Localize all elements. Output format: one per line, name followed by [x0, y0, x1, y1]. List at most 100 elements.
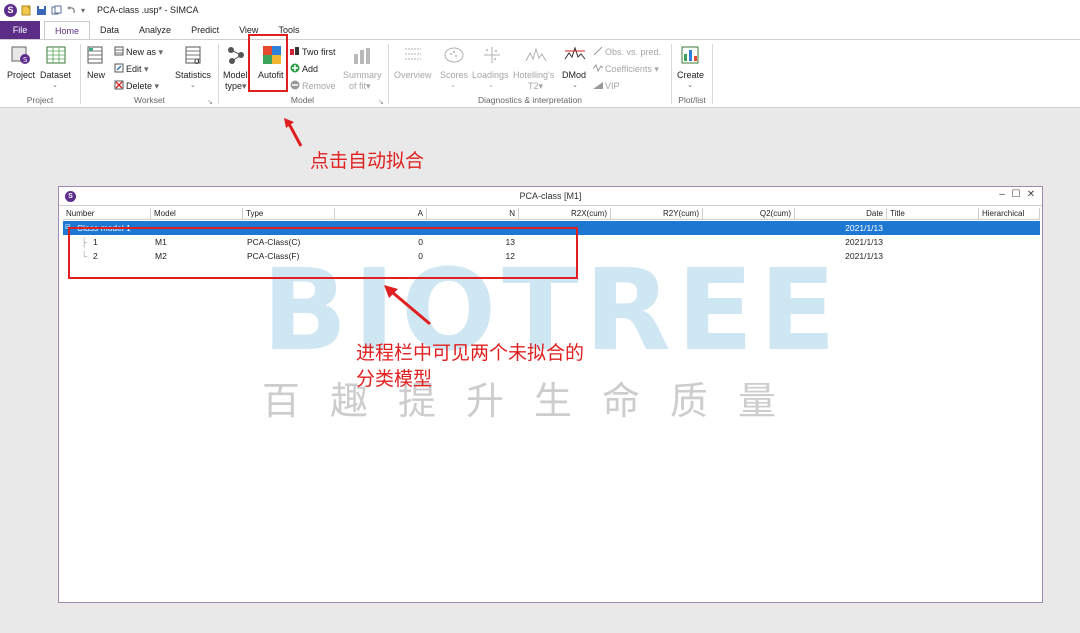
- diagnostics-group-label: Diagnostics & interpretation: [478, 95, 582, 105]
- minimize-icon[interactable]: –: [996, 189, 1008, 200]
- add-component-button[interactable]: Add: [290, 63, 318, 74]
- models-annotation-line2: 分类模型: [356, 368, 433, 390]
- two-first-button[interactable]: Two first: [290, 46, 336, 57]
- svg-text:σ: σ: [194, 57, 200, 65]
- tab-home[interactable]: Home: [44, 21, 91, 39]
- delete-workset-button[interactable]: Delete ▾: [114, 80, 159, 92]
- tab-data[interactable]: Data: [90, 21, 129, 39]
- new-workset-button[interactable]: New: [87, 70, 105, 80]
- obs-vs-pred-icon: [593, 46, 603, 56]
- models-highlight-box: [68, 227, 578, 279]
- tab-file[interactable]: File: [0, 21, 40, 39]
- project-icon: S: [11, 46, 30, 64]
- delete-icon: [114, 80, 124, 90]
- group-separator: [388, 44, 389, 104]
- column-header-type[interactable]: Type: [243, 208, 335, 220]
- workset-group-label: Workset: [133, 95, 166, 105]
- tab-predict[interactable]: Predict: [181, 21, 229, 39]
- statistics-dropdown-icon[interactable]: ⌄: [190, 81, 196, 89]
- document-title-bar: S PCA-class [M1] – ☐ ✕: [59, 187, 1042, 206]
- autofit-highlight-box: [248, 34, 288, 92]
- new-as-button[interactable]: New as ▾: [114, 46, 163, 58]
- create-plot-icon: [681, 46, 699, 64]
- model-group-label: Model: [290, 95, 315, 105]
- coefficients-button[interactable]: Coefficients ▾: [593, 63, 659, 75]
- model-table-header: Number Model Type A N R2X(cum) R2Y(cum) …: [63, 208, 1040, 220]
- models-annotation-line1: 进程栏中可见两个未拟合的: [356, 342, 585, 364]
- column-header-title[interactable]: Title: [887, 208, 979, 220]
- hotellings-t2-button-line2[interactable]: T2▾: [528, 81, 543, 92]
- copy-icon[interactable]: [51, 5, 62, 16]
- simca-logo-icon: S: [4, 3, 17, 17]
- dataset-icon: [46, 46, 66, 64]
- summary-of-fit-icon: [354, 48, 370, 64]
- scores-button[interactable]: Scores: [440, 70, 468, 80]
- new-file-icon[interactable]: [21, 5, 32, 16]
- column-header-a[interactable]: A: [335, 208, 427, 220]
- hotellings-t2-button[interactable]: Hotelling's: [513, 70, 554, 80]
- ribbon-tab-row: File Home Data Analyze Predict View Tool…: [0, 20, 1080, 39]
- column-header-r2y[interactable]: R2Y(cum): [611, 208, 703, 220]
- plotlist-group-label: Plot/list: [678, 95, 706, 105]
- edit-icon: [114, 63, 124, 73]
- column-header-number[interactable]: Number: [63, 208, 151, 220]
- close-icon[interactable]: ✕: [1025, 189, 1037, 200]
- tab-analyze[interactable]: Analyze: [129, 21, 181, 39]
- summary-of-fit-button-line2[interactable]: of fit▾: [349, 81, 371, 92]
- row-date: 2021/1/13: [845, 251, 883, 261]
- title-bar: S ▾ PCA-class .usp* - SIMCA: [0, 0, 1080, 20]
- group-separator: [712, 44, 713, 104]
- maximize-icon[interactable]: ☐: [1010, 189, 1022, 200]
- model-type-button-line2[interactable]: type▾: [225, 81, 247, 92]
- edit-workset-button[interactable]: Edit ▾: [114, 63, 149, 75]
- column-header-q2[interactable]: Q2(cum): [703, 208, 795, 220]
- dmod-button[interactable]: DMod: [562, 70, 586, 80]
- add-icon: [290, 63, 300, 73]
- project-group-label: Project: [26, 95, 54, 105]
- remove-component-button[interactable]: Remove: [290, 80, 336, 91]
- two-first-icon: [290, 47, 299, 55]
- model-type-button[interactable]: Model: [223, 70, 248, 80]
- dmod-icon: [564, 46, 586, 60]
- column-header-r2x[interactable]: R2X(cum): [519, 208, 611, 220]
- obs-vs-pred-button[interactable]: Obs. vs. pred.: [593, 46, 661, 57]
- statistics-button[interactable]: Statistics: [175, 70, 211, 80]
- model-launcher-icon[interactable]: ↘: [378, 98, 384, 106]
- autofit-arrow-icon: [284, 118, 303, 147]
- undo-icon[interactable]: [66, 5, 77, 16]
- column-header-hierarchical[interactable]: Hierarchical: [979, 208, 1040, 220]
- save-icon[interactable]: [36, 5, 47, 16]
- scores-dropdown-icon[interactable]: ⌄: [450, 81, 456, 89]
- create-plot-button[interactable]: Create: [677, 70, 704, 80]
- new-workset-icon: [87, 46, 103, 64]
- hotellings-t2-icon: [525, 47, 547, 62]
- overview-button[interactable]: Overview: [394, 70, 432, 80]
- loadings-dropdown-icon[interactable]: ⌄: [488, 81, 494, 89]
- ribbon: S Project Dataset ⌄ Project New New as ▾…: [0, 39, 1080, 108]
- coefficients-icon: [593, 63, 603, 73]
- workset-launcher-icon[interactable]: ↘: [207, 98, 213, 106]
- remove-icon: [290, 80, 300, 90]
- project-button[interactable]: Project: [7, 70, 35, 80]
- dmod-dropdown-icon[interactable]: ⌄: [572, 81, 578, 89]
- loadings-button[interactable]: Loadings: [472, 70, 509, 80]
- loadings-icon: [484, 47, 500, 63]
- column-header-model[interactable]: Model: [151, 208, 243, 220]
- window-title: PCA-class .usp* - SIMCA: [97, 5, 199, 15]
- group-separator: [80, 44, 81, 104]
- autofit-annotation: 点击自动拟合: [310, 150, 425, 172]
- row-date: 2021/1/13: [845, 237, 883, 247]
- column-header-date[interactable]: Date: [795, 208, 887, 220]
- model-type-icon: [228, 47, 244, 64]
- group-row-date: 2021/1/13: [845, 223, 883, 233]
- quick-access-dropdown-icon[interactable]: ▾: [81, 6, 85, 15]
- column-header-n[interactable]: N: [427, 208, 519, 220]
- vip-button[interactable]: VIP: [593, 80, 620, 91]
- vip-icon: [593, 82, 603, 89]
- svg-text:S: S: [23, 56, 28, 64]
- dataset-dropdown-icon[interactable]: ⌄: [52, 81, 58, 89]
- summary-of-fit-button[interactable]: Summary: [343, 70, 382, 80]
- group-separator: [218, 44, 219, 104]
- create-dropdown-icon[interactable]: ⌄: [687, 81, 693, 89]
- dataset-button[interactable]: Dataset: [40, 70, 71, 80]
